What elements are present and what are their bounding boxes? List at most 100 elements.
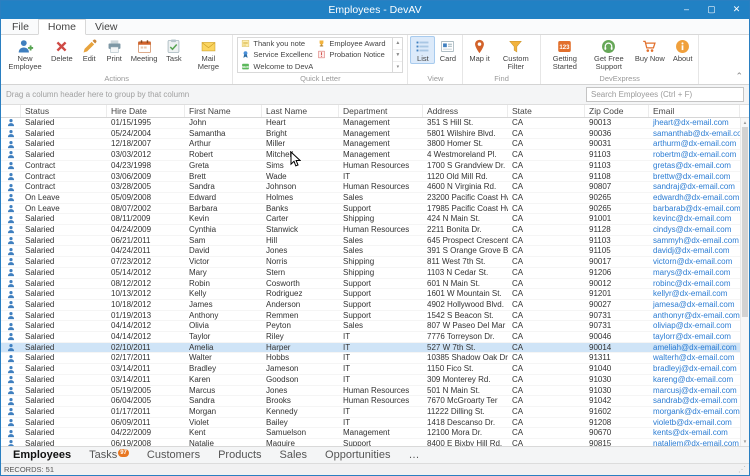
email-link[interactable]: victorn@dx-email.com	[649, 257, 740, 267]
map-it-button[interactable]: Map it	[465, 36, 493, 64]
email-link[interactable]: brettw@dx-email.com	[649, 172, 740, 182]
scroll-down-icon[interactable]: ▼	[741, 437, 749, 446]
column-header-department[interactable]: Department	[339, 105, 423, 117]
employee-row[interactable]: Salaried04/14/2012OliviaPeytonSales807 W…	[1, 321, 740, 332]
gallery-item-welcome-to-devav[interactable]: NEWWelcome to DevAV	[239, 61, 315, 72]
employee-row[interactable]: Salaried06/09/2011VioletBaileyIT1418 Des…	[1, 418, 740, 429]
email-link[interactable]: marcusj@dx-email.com	[649, 386, 740, 396]
ribbon-tab-home[interactable]: Home	[38, 19, 86, 35]
employee-row[interactable]: Salaried04/22/2009KentSamuelsonManagemen…	[1, 428, 740, 439]
edit-button[interactable]: Edit	[77, 36, 102, 64]
gallery-item-thank-you-note[interactable]: Thank you note	[239, 38, 315, 49]
employee-row[interactable]: Salaried04/14/2012TaylorRileyIT7776 Torr…	[1, 332, 740, 343]
maximize-button[interactable]: ▢	[699, 1, 724, 19]
module-tab-products[interactable]: Products	[209, 449, 270, 461]
scrollbar-thumb[interactable]	[742, 127, 748, 317]
email-link[interactable]: morgank@dx-email.com	[649, 407, 740, 417]
email-link[interactable]: jheart@dx-email.com	[649, 118, 740, 128]
gallery-item-probation-notice[interactable]: Probation Notice	[315, 49, 391, 60]
email-link[interactable]: taylorr@dx-email.com	[649, 332, 740, 342]
email-link[interactable]: sandraj@dx-email.com	[649, 182, 740, 192]
column-header-last-name[interactable]: Last Name	[262, 105, 339, 117]
employee-row[interactable]: Contract04/23/1998GretaSimsHuman Resourc…	[1, 161, 740, 172]
gallery-item-employee-award[interactable]: Employee Award	[315, 38, 391, 49]
new-employee-button[interactable]: New Employee	[3, 36, 47, 73]
list-button[interactable]: List	[410, 36, 435, 64]
employee-row[interactable]: Salaried06/21/2011SamHillSales645 Prospe…	[1, 236, 740, 247]
employee-row[interactable]: Salaried04/24/2011DavidJonesSales391 S O…	[1, 246, 740, 257]
email-link[interactable]: samanthab@dx-email.com	[649, 129, 740, 139]
employee-row[interactable]: On Leave08/07/2002BarbaraBanksSupport179…	[1, 204, 740, 215]
email-link[interactable]: davidj@dx-email.com	[649, 246, 740, 256]
buy-now-button[interactable]: Buy Now	[631, 36, 669, 64]
minimize-button[interactable]: –	[674, 1, 699, 19]
employee-row[interactable]: Salaried05/19/2005MarcusJonesHuman Resou…	[1, 386, 740, 397]
close-button[interactable]: ✕	[724, 1, 749, 19]
column-header-zip-code[interactable]: Zip Code	[585, 105, 649, 117]
gallery-up-icon[interactable]: ▲	[393, 38, 402, 50]
custom-filter-button[interactable]: Custom Filter	[494, 36, 538, 73]
employee-row[interactable]: Salaried04/24/2009CynthiaStanwickHuman R…	[1, 225, 740, 236]
employee-row[interactable]: Salaried03/14/2011BradleyJamesonIT1150 F…	[1, 364, 740, 375]
employee-row[interactable]: Salaried07/23/2012VictorNorrisShipping81…	[1, 257, 740, 268]
scroll-up-icon[interactable]: ▲	[741, 118, 749, 127]
gallery-down-icon[interactable]: ▼	[393, 50, 402, 62]
card-button[interactable]: Card	[435, 36, 460, 64]
email-link[interactable]: kareng@dx-email.com	[649, 375, 740, 385]
employee-row[interactable]: Contract03/28/2005SandraJohnsonHuman Res…	[1, 182, 740, 193]
about-button[interactable]: About	[669, 36, 697, 64]
email-link[interactable]: jamesa@dx-email.com	[649, 300, 740, 310]
meeting-button[interactable]: Meeting	[127, 36, 162, 64]
employee-row[interactable]: Salaried01/17/2011MorganKennedyIT11222 D…	[1, 407, 740, 418]
resize-grip[interactable]: ⋰	[738, 466, 746, 474]
print-button[interactable]: Print	[102, 36, 127, 64]
module-tab-more[interactable]: …	[399, 449, 428, 461]
employee-row[interactable]: Salaried10/18/2012JamesAndersonSupport49…	[1, 300, 740, 311]
employee-row[interactable]: Contract03/06/2009BrettWadeIT1120 Old Mi…	[1, 172, 740, 183]
employee-row[interactable]: Salaried08/11/2009KevinCarterShipping424…	[1, 214, 740, 225]
module-tab-customers[interactable]: Customers	[138, 449, 209, 461]
email-link[interactable]: cindys@dx-email.com	[649, 225, 740, 235]
module-tab-employees[interactable]: Employees	[4, 449, 80, 461]
column-header-state[interactable]: State	[508, 105, 585, 117]
email-link[interactable]: gretas@dx-email.com	[649, 161, 740, 171]
email-link[interactable]: edwardh@dx-email.com	[649, 193, 740, 203]
email-link[interactable]: nataliem@dx-email.com	[649, 439, 740, 446]
email-link[interactable]: kellyr@dx-email.com	[649, 289, 740, 299]
employee-row[interactable]: Salaried12/18/2007ArthurMillerManagement…	[1, 139, 740, 150]
email-link[interactable]: marys@dx-email.com	[649, 268, 740, 278]
employee-row[interactable]: Salaried05/24/2004SamanthaBrightManageme…	[1, 129, 740, 140]
gallery-item-service-excellence[interactable]: Service Excellence	[239, 49, 315, 60]
group-by-panel[interactable]: Drag a column header here to group by th…	[1, 85, 749, 105]
search-input[interactable]	[586, 87, 744, 102]
employee-row[interactable]: Salaried01/19/2013AnthonyRemmenSupport15…	[1, 311, 740, 322]
ribbon-tab-file[interactable]: File	[3, 20, 38, 34]
employee-row[interactable]: Salaried02/17/2011WalterHobbsIT10385 Sha…	[1, 353, 740, 364]
column-header-address[interactable]: Address	[423, 105, 508, 117]
email-link[interactable]: arthurm@dx-email.com	[649, 139, 740, 149]
column-header-first-name[interactable]: First Name	[185, 105, 262, 117]
column-header-status[interactable]: Status	[21, 105, 107, 117]
module-tab-opportunities[interactable]: Opportunities	[316, 449, 399, 461]
email-link[interactable]: sammyh@dx-email.com	[649, 236, 740, 246]
column-header-email[interactable]: Email	[649, 105, 740, 117]
employee-row[interactable]: Salaried01/15/1995JohnHeartManagement351…	[1, 118, 740, 129]
employee-row[interactable]: Salaried06/19/2008NatalieMaguireSupport8…	[1, 439, 740, 446]
gallery-dropdown-icon[interactable]: ▾	[393, 62, 402, 73]
email-link[interactable]: oliviap@dx-email.com	[649, 321, 740, 331]
email-link[interactable]: robinc@dx-email.com	[649, 279, 740, 289]
email-link[interactable]: ameliah@dx-email.com	[649, 343, 740, 353]
employee-row[interactable]: Salaried02/10/2011AmeliaHarperIT527 W 7t…	[1, 343, 740, 354]
email-link[interactable]: violetb@dx-email.com	[649, 418, 740, 428]
ribbon-collapse-icon[interactable]: ⌃	[735, 72, 743, 81]
column-header-hire-date[interactable]: Hire Date	[107, 105, 185, 117]
employee-row[interactable]: Salaried08/12/2012RobinCosworthSupport60…	[1, 279, 740, 290]
module-tab-tasks[interactable]: Tasks97	[80, 449, 138, 461]
task-button[interactable]: Task	[161, 36, 186, 64]
employee-row[interactable]: Salaried06/04/2005SandraBrooksHuman Reso…	[1, 396, 740, 407]
module-tab-sales[interactable]: Sales	[271, 449, 317, 461]
email-link[interactable]: bradleyj@dx-email.com	[649, 364, 740, 374]
employee-row[interactable]: Salaried03/14/2011KarenGoodsonIT309 Mont…	[1, 375, 740, 386]
email-link[interactable]: kevinc@dx-email.com	[649, 214, 740, 224]
email-link[interactable]: sandrab@dx-email.com	[649, 396, 740, 406]
